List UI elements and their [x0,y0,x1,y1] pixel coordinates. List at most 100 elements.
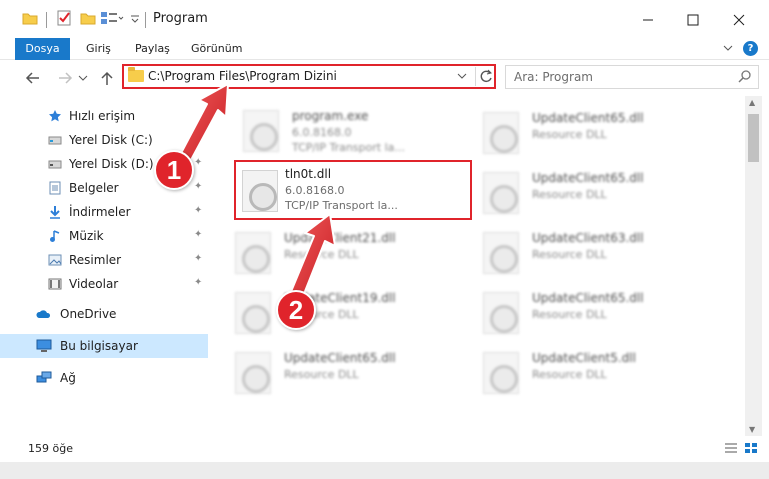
sidebar-item-label: Yerel Disk (D:) [69,157,154,171]
address-dropdown-icon[interactable] [456,68,468,87]
dll-file-icon [483,292,519,334]
file-tile[interactable]: UpdateClient19.dll Resource DLL [210,282,450,342]
customize-toolbar-icon[interactable] [100,10,124,29]
expand-ribbon-icon[interactable] [722,42,734,57]
maximize-button[interactable] [683,10,703,30]
file-name: UpdateClient5.dll [532,351,636,365]
sidebar-item-videos[interactable]: Videolar ✦ [0,272,208,296]
up-button[interactable] [96,67,118,89]
search-input[interactable]: Ara: Program [514,70,593,84]
address-bar[interactable]: C:\Program Files\Program Dizini [122,64,496,89]
dll-file-icon [235,292,271,334]
address-path[interactable]: C:\Program Files\Program Dizini [148,69,337,83]
chevron-down-icon[interactable] [130,13,140,27]
file-tile-selected[interactable]: tln0t.dll 6.0.8168.0 TCP/IP Transport la… [234,160,472,220]
file-tile[interactable]: program.exe 6.0.8168.0 TCP/IP Transport … [218,100,458,160]
sidebar-item-network[interactable]: Ağ [0,366,208,390]
tab-home[interactable]: Giriş [86,38,111,60]
sidebar-item-label: Yerel Disk (C:) [69,133,153,147]
help-icon[interactable]: ? [743,41,758,56]
file-tile[interactable]: UpdateClient21.dll Resource DLL [210,222,450,282]
forward-button[interactable] [54,67,76,89]
file-tile[interactable]: UpdateClient63.dll Resource DLL [458,222,698,282]
dll-file-icon [483,352,519,394]
new-folder-icon[interactable] [80,10,96,29]
pin-icon[interactable]: ✦ [194,253,202,264]
folder-icon [22,10,38,29]
sidebar-item-label: Ağ [60,371,76,385]
scroll-up-icon[interactable]: ▲ [749,98,755,107]
recent-locations-button[interactable] [76,67,90,89]
pictures-icon [48,253,62,267]
tab-share[interactable]: Paylaş [135,38,170,60]
file-description: Resource DLL [532,188,607,201]
file-list: program.exe 6.0.8168.0 TCP/IP Transport … [210,96,745,436]
tab-view[interactable]: Görünüm [191,38,242,60]
ribbon-tabs: Dosya Giriş Paylaş Görünüm ? [0,38,769,60]
close-button[interactable] [729,10,749,30]
status-bar: 159 öğe [0,436,769,462]
file-description: Resource DLL [532,248,607,261]
title-separator [145,12,146,28]
dll-file-icon [483,232,519,274]
pin-icon[interactable]: ✦ [194,229,202,240]
sidebar-item-downloads[interactable]: İndirmeler ✦ [0,200,208,224]
pin-icon[interactable]: ✦ [194,277,202,288]
tab-file[interactable]: Dosya [15,38,70,60]
details-view-icon[interactable] [724,442,738,454]
file-tile[interactable]: UpdateClient65.dll Resource DLL [458,282,698,342]
computer-icon [36,339,52,353]
file-description: Resource DLL [532,308,607,321]
scrollbar-thumb[interactable] [748,114,759,162]
sidebar-item-onedrive[interactable]: OneDrive [0,302,208,326]
pin-icon[interactable]: ✦ [194,181,202,192]
dll-file-icon [235,352,271,394]
file-name: UpdateClient65.dll [284,351,396,365]
sidebar-item-label: Belgeler [69,181,119,195]
file-description: TCP/IP Transport la... [292,141,405,154]
file-description: TCP/IP Transport la... [285,199,398,212]
pin-icon[interactable]: ✦ [194,133,202,144]
scroll-down-icon[interactable]: ▼ [749,425,755,434]
address-separator [475,67,476,86]
step-badge-1: 1 [154,150,194,190]
file-name: UpdateClient21.dll [284,231,396,245]
file-tile[interactable]: UpdateClient65.dll Resource DLL [458,102,698,162]
properties-icon[interactable] [56,10,72,29]
search-icon[interactable] [738,69,752,87]
sidebar-item-this-pc[interactable]: Bu bilgisayar [0,334,208,358]
sidebar-item-pictures[interactable]: Resimler ✦ [0,248,208,272]
dll-file-icon [235,232,271,274]
file-name: tln0t.dll [285,167,332,181]
file-description: Resource DLL [532,368,607,381]
sidebar-item-label: İndirmeler [69,205,131,219]
pin-icon[interactable]: ✦ [194,205,202,216]
sidebar-item-label: Hızlı erişim [69,109,136,123]
file-name: UpdateClient63.dll [532,231,644,245]
file-version: 6.0.8168.0 [285,184,345,197]
sidebar-item-local-disk-c[interactable]: Yerel Disk (C:) ✦ [0,128,208,152]
file-name: program.exe [292,109,369,123]
file-name: UpdateClient65.dll [532,111,644,125]
sidebar-item-quick-access[interactable]: Hızlı erişim [0,104,208,128]
sidebar-item-label: Resimler [69,253,122,267]
file-tile[interactable]: UpdateClient65.dll Resource DLL [458,162,698,222]
tiles-view-icon[interactable] [744,442,758,454]
toolbar-separator [46,12,47,28]
folder-icon [128,67,144,82]
step-badge-2: 2 [276,290,316,330]
music-icon [48,229,62,243]
minimize-button[interactable] [638,10,658,30]
sidebar-item-label: Müzik [69,229,104,243]
sidebar-item-music[interactable]: Müzik ✦ [0,224,208,248]
dll-file-icon [483,112,519,154]
vertical-scrollbar[interactable]: ▲ ▼ [745,96,762,436]
file-tile[interactable]: UpdateClient65.dll Resource DLL [210,342,450,402]
refresh-icon[interactable] [479,67,493,89]
search-box[interactable]: Ara: Program [505,65,759,89]
pin-icon[interactable]: ✦ [194,157,202,168]
sidebar-item-label: OneDrive [60,307,117,321]
drive-icon [48,133,62,147]
file-tile[interactable]: UpdateClient5.dll Resource DLL [458,342,698,402]
back-button[interactable] [22,67,44,89]
